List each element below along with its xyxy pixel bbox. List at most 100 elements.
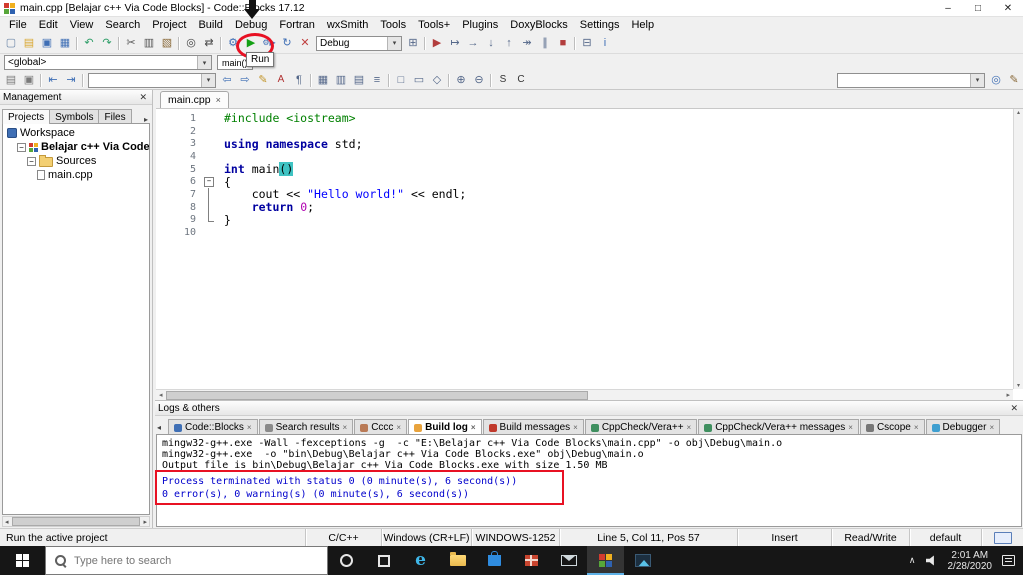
- table-button[interactable]: ▦: [314, 72, 332, 89]
- minimize-button[interactable]: –: [933, 0, 963, 16]
- tabs-scroll-left-icon[interactable]: ◂: [157, 423, 161, 432]
- edge-icon[interactable]: e: [402, 546, 439, 575]
- tree-item-belajar-c-via-code-blocks[interactable]: − Belajar c++ Via Code Blocks: [3, 140, 149, 154]
- scrollbar-thumb[interactable]: [11, 517, 141, 526]
- wxsmith-source-button[interactable]: S: [494, 72, 512, 89]
- management-horizontal-scrollbar[interactable]: ◂ ▸: [2, 516, 150, 527]
- close-panel-icon[interactable]: ✕: [1008, 403, 1020, 414]
- redo-button[interactable]: ↷: [98, 35, 116, 52]
- log-tab-cppcheck-vera-[interactable]: CppCheck/Vera++ ×: [584, 419, 698, 435]
- dropdown-arrow-icon[interactable]: ▾: [201, 73, 215, 87]
- log-tab-build-log[interactable]: Build log ×: [408, 419, 482, 435]
- store-icon[interactable]: [476, 546, 513, 575]
- paragraph-button[interactable]: ¶: [290, 72, 308, 89]
- taskbar-search-input[interactable]: Type here to search: [45, 546, 328, 575]
- align-button[interactable]: ≡: [368, 72, 386, 89]
- dropdown-arrow-icon[interactable]: ▾: [197, 56, 211, 69]
- various-info-button[interactable]: i: [596, 35, 614, 52]
- abort-build-button[interactable]: ✕: [296, 35, 314, 52]
- menu-file[interactable]: File: [3, 18, 33, 32]
- dropdown-arrow-icon[interactable]: ▾: [387, 36, 401, 50]
- wxsmith-content-button[interactable]: C: [512, 72, 530, 89]
- close-tab-icon[interactable]: ×: [573, 423, 578, 432]
- save-button[interactable]: ▣: [38, 35, 56, 52]
- stop-debugger-button[interactable]: ■: [554, 35, 572, 52]
- menu-view[interactable]: View: [64, 18, 100, 32]
- rows-button[interactable]: ▤: [350, 72, 368, 89]
- paste-button[interactable]: ▧: [158, 35, 176, 52]
- scrollbar-thumb[interactable]: [165, 390, 588, 400]
- tree-collapse-icon[interactable]: −: [17, 142, 26, 152]
- log-tab-cppcheck-vera-messages[interactable]: CppCheck/Vera++ messages ×: [698, 419, 859, 435]
- file-explorer-icon[interactable]: [439, 546, 476, 575]
- management-tab-projects[interactable]: Projects: [2, 109, 51, 124]
- undo-button[interactable]: ↶: [80, 35, 98, 52]
- log-tab-build-messages[interactable]: Build messages ×: [482, 419, 584, 435]
- close-tab-icon[interactable]: ×: [914, 423, 919, 432]
- browse-back-button[interactable]: ⇤: [44, 72, 62, 89]
- shape-rect-button[interactable]: ▭: [410, 72, 428, 89]
- log-tab-search-results[interactable]: Search results ×: [258, 419, 354, 435]
- log-tab-debugger[interactable]: Debugger ×: [925, 419, 1001, 435]
- highlight-occurrences-button[interactable]: ✎: [254, 72, 272, 89]
- scroll-right-icon[interactable]: ▸: [141, 518, 149, 526]
- next-instruction-button[interactable]: ↠: [518, 35, 536, 52]
- debugging-windows-button[interactable]: ⊟: [578, 35, 596, 52]
- tree-collapse-icon[interactable]: −: [27, 156, 36, 166]
- tree-item-sources[interactable]: − Sources: [3, 154, 149, 168]
- menu-search[interactable]: Search: [99, 18, 146, 32]
- close-button[interactable]: ✕: [993, 0, 1023, 16]
- project-tree[interactable]: Workspace−Belajar c++ Via Code Blocks−So…: [2, 123, 150, 515]
- scroll-up-icon[interactable]: ▴: [1017, 109, 1020, 116]
- replace-button[interactable]: ⇄: [200, 35, 218, 52]
- zoom-in-button[interactable]: ⊕: [452, 72, 470, 89]
- menu-wxsmith[interactable]: wxSmith: [321, 18, 375, 32]
- maximize-button[interactable]: □: [963, 0, 993, 16]
- compiler-settings-button[interactable]: ⊞: [404, 35, 422, 52]
- find-button[interactable]: ◎: [182, 35, 200, 52]
- jump-forward-button[interactable]: ⇨: [236, 72, 254, 89]
- close-tab-icon[interactable]: ×: [471, 423, 476, 432]
- fortran-construct-select[interactable]: ▾: [88, 72, 216, 88]
- doxyblocks-view-button[interactable]: ▣: [20, 72, 38, 89]
- cortana-icon[interactable]: [328, 546, 365, 575]
- rebuild-button[interactable]: ↻: [278, 35, 296, 52]
- browse-forward-button[interactable]: ⇥: [62, 72, 80, 89]
- editor-horizontal-scrollbar[interactable]: ◂ ▸: [156, 389, 1013, 400]
- volume-icon[interactable]: [925, 555, 934, 566]
- shape-diamond-button[interactable]: ◇: [428, 72, 446, 89]
- open-button[interactable]: ▤: [20, 35, 38, 52]
- menu-plugins[interactable]: Plugins: [456, 18, 504, 32]
- scroll-left-icon[interactable]: ◂: [156, 391, 166, 399]
- codeblocks-taskbar-icon[interactable]: [587, 546, 624, 575]
- tree-item-main.cpp[interactable]: main.cpp: [3, 168, 149, 182]
- columns-button[interactable]: ▥: [332, 72, 350, 89]
- close-tab-icon[interactable]: ×: [396, 423, 401, 432]
- scroll-down-icon[interactable]: ▾: [1017, 382, 1020, 389]
- tray-chevron-icon[interactable]: ∧: [909, 555, 916, 566]
- editor-vertical-scrollbar[interactable]: ▴ ▾: [1013, 109, 1023, 389]
- break-debugger-button[interactable]: ∥: [536, 35, 554, 52]
- management-tab-symbols[interactable]: Symbols: [49, 109, 100, 124]
- gift-icon[interactable]: [513, 546, 550, 575]
- jump-back-button[interactable]: ⇦: [218, 72, 236, 89]
- menu-build[interactable]: Build: [192, 18, 228, 32]
- scroll-right-icon[interactable]: ▸: [1003, 391, 1013, 399]
- editor-tab-main-cpp[interactable]: main.cpp ×: [160, 91, 229, 108]
- dropdown-arrow-icon[interactable]: ▾: [970, 73, 984, 87]
- menu-help[interactable]: Help: [625, 18, 660, 32]
- close-tab-icon[interactable]: ×: [687, 423, 692, 432]
- build-target-select[interactable]: Debug ▾: [316, 35, 402, 51]
- doxyblocks-extract-button[interactable]: ▤: [2, 72, 20, 89]
- tree-item-workspace[interactable]: Workspace: [3, 126, 149, 140]
- run-to-cursor-button[interactable]: ↦: [446, 35, 464, 52]
- log-tab-cccc[interactable]: Cccc ×: [354, 419, 408, 435]
- action-center-icon[interactable]: [1002, 555, 1015, 566]
- mail-icon[interactable]: [550, 546, 587, 575]
- photos-icon[interactable]: [624, 546, 661, 575]
- log-tab-cscope[interactable]: Cscope ×: [859, 419, 925, 435]
- step-out-button[interactable]: ↑: [500, 35, 518, 52]
- search-settings-button[interactable]: ✎: [1005, 72, 1023, 89]
- incremental-search-input[interactable]: ▾: [837, 72, 985, 88]
- close-panel-icon[interactable]: ✕: [137, 92, 149, 103]
